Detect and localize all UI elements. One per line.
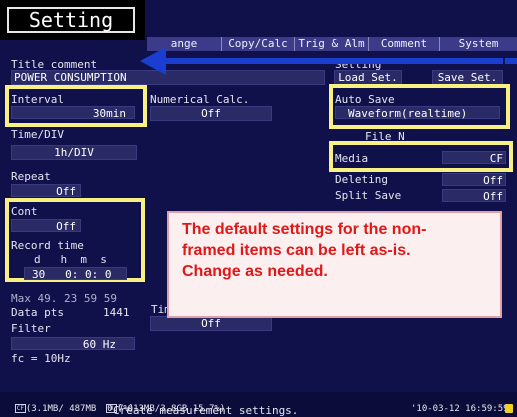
repeat-field[interactable]: Off [11,184,81,198]
filter-cutoff-text: fc = 10Hz [11,352,71,365]
repeat-label: Repeat [11,170,51,183]
save-settings-button[interactable]: Save Set. [432,70,503,85]
title-comment-field[interactable]: POWER CONSUMPTION [11,70,325,85]
auto-save-field[interactable]: Waveform(realtime) [335,106,500,120]
numerical-calc-field[interactable]: Off [150,106,272,121]
filter-label: Filter [11,322,51,335]
data-points-value: 1441 [103,306,130,319]
annotation-arrow-line [163,58,503,64]
tab-comment[interactable]: Comment [369,37,440,51]
annotation-arrow-tail [505,58,517,64]
status-datetime: '10-03-12 16:59:59 [411,404,509,414]
time-div-label: Time/DIV [11,128,64,141]
annotation-arrow-head [140,47,166,75]
deleting-field[interactable]: Off [442,173,506,187]
deleting-label: Deleting [335,173,388,186]
lock-icon [505,404,513,413]
split-save-label: Split Save [335,189,402,202]
screen-title: Setting [7,7,135,33]
media-label: Media [335,152,369,165]
tab-system[interactable]: System [440,37,517,51]
data-points-label: Data pts [11,306,64,319]
annotation-note-text: The default settings for the non- framed… [182,221,427,280]
cont-label: Cont [11,205,38,218]
load-settings-button[interactable]: Load Set. [334,70,402,85]
interval-field[interactable]: 30min [11,106,135,120]
max-record-label: Max 49. 23 59 59 [11,292,117,305]
cf-card-icon: CF [14,404,26,413]
split-save-field[interactable]: Off [442,189,506,203]
time-div-field[interactable]: 1h/DIV [11,145,137,160]
time-window-field[interactable]: Off [150,316,272,331]
numerical-calc-label: Numerical Calc. [150,93,250,106]
record-time-label: Record time [11,239,84,252]
tab-trig-alm[interactable]: Trig & Alm [295,37,369,51]
record-time-units: d h m s [34,253,107,266]
interval-label: Interval [11,93,64,106]
filter-field[interactable]: 60 Hz [11,337,135,351]
auto-save-label: Auto Save [335,93,395,106]
status-hint: Create measurement settings. [113,404,299,417]
media-field[interactable]: CF [442,151,506,165]
tab-copy-calc[interactable]: Copy/Calc [222,37,295,51]
cont-field[interactable]: Off [11,219,81,233]
record-time-field[interactable]: 30 0: 0: 0 [24,267,127,281]
